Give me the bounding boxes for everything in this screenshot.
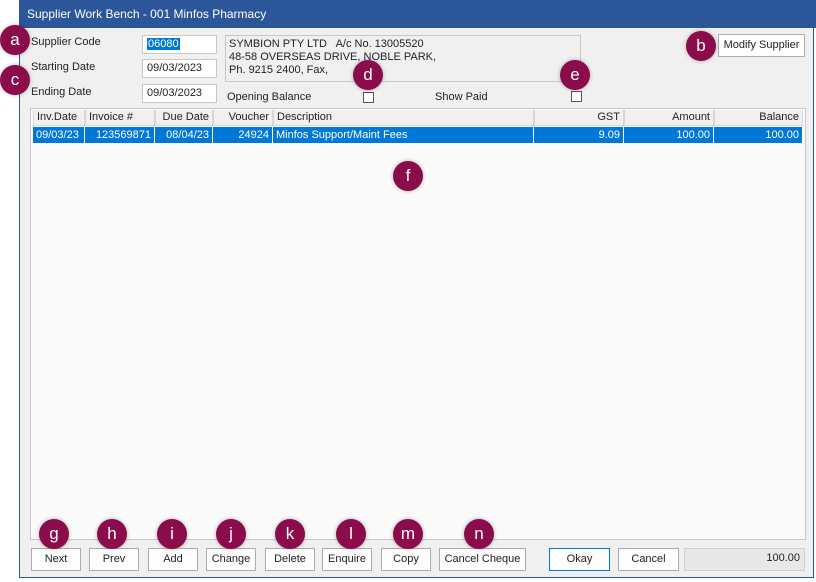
- table-cell: 9.09: [534, 127, 624, 143]
- badge-b: b: [686, 31, 716, 61]
- table-cell: 24924: [213, 127, 273, 143]
- table-cell: 100.00: [624, 127, 714, 143]
- window-title: Supplier Work Bench - 001 Minfos Pharmac…: [19, 0, 816, 28]
- starting-date-label: Starting Date: [31, 61, 96, 73]
- badge-i: i: [157, 519, 187, 549]
- badge-d: d: [353, 60, 383, 90]
- badge-a: a: [0, 25, 30, 55]
- change-button[interactable]: Change: [206, 548, 256, 571]
- total-balance-display: 100.00: [684, 548, 805, 571]
- add-button[interactable]: Add: [148, 548, 198, 571]
- column-header[interactable]: Inv.Date: [33, 110, 85, 126]
- table-row[interactable]: 09/03/23 123569871 08/04/23 24924 Minfos Sup…: [33, 127, 803, 143]
- supplier-address-box: SYMBION PTY LTD A/c No. 13005520 48-58 O…: [225, 35, 581, 82]
- table-cell: 123569871: [85, 127, 155, 143]
- badge-m: m: [393, 519, 423, 549]
- column-header[interactable]: Amount: [624, 110, 714, 126]
- address-line: SYMBION PTY LTD A/c No. 13005520: [229, 38, 424, 50]
- cancel-cheque-button[interactable]: Cancel Cheque: [439, 548, 526, 571]
- badge-c: c: [0, 65, 30, 95]
- address-line: Ph. 9215 2400, Fax,: [229, 64, 329, 76]
- column-header[interactable]: GST: [534, 110, 624, 126]
- table-cell: Minfos Support/Maint Fees: [273, 127, 534, 143]
- supplier-code-input[interactable]: 06080: [142, 35, 217, 54]
- modify-supplier-button[interactable]: Modify Supplier: [718, 34, 805, 57]
- table-cell: 08/04/23: [155, 127, 213, 143]
- opening-balance-label: Opening Balance: [227, 91, 312, 103]
- address-line: 48-58 OVERSEAS DRIVE, NOBLE PARK,: [229, 51, 437, 63]
- badge-f: f: [393, 161, 423, 191]
- column-header[interactable]: Balance: [714, 110, 803, 126]
- next-button[interactable]: Next: [31, 548, 81, 571]
- table-cell: 100.00: [714, 127, 803, 143]
- prev-button[interactable]: Prev: [89, 548, 139, 571]
- supplier-code-label: Supplier Code: [31, 36, 101, 48]
- badge-h: h: [97, 519, 127, 549]
- supplier-code-value: 06080: [147, 38, 180, 50]
- enquire-button[interactable]: Enquire: [322, 548, 372, 571]
- cancel-button[interactable]: Cancel: [618, 548, 679, 571]
- badge-l: l: [336, 519, 366, 549]
- show-paid-checkbox[interactable]: [571, 91, 582, 102]
- column-header[interactable]: Invoice #: [85, 110, 155, 126]
- column-header[interactable]: Voucher: [213, 110, 273, 126]
- grid-header: Inv.Date Invoice # Due Date Voucher Descript…: [33, 110, 803, 126]
- starting-date-input[interactable]: 09/03/2023: [142, 59, 217, 78]
- ending-date-label: Ending Date: [31, 86, 92, 98]
- delete-button[interactable]: Delete: [265, 548, 315, 571]
- column-header[interactable]: Description: [273, 110, 534, 126]
- badge-j: j: [216, 519, 246, 549]
- column-header[interactable]: Due Date: [155, 110, 213, 126]
- opening-balance-checkbox[interactable]: [363, 92, 374, 103]
- okay-button[interactable]: Okay: [549, 548, 610, 571]
- ending-date-input[interactable]: 09/03/2023: [142, 84, 217, 103]
- badge-n: n: [464, 519, 494, 549]
- table-cell: 09/03/23: [33, 127, 85, 143]
- show-paid-label: Show Paid: [435, 91, 488, 103]
- copy-button[interactable]: Copy: [381, 548, 431, 571]
- badge-e: e: [560, 60, 590, 90]
- badge-k: k: [275, 519, 305, 549]
- badge-g: g: [39, 519, 69, 549]
